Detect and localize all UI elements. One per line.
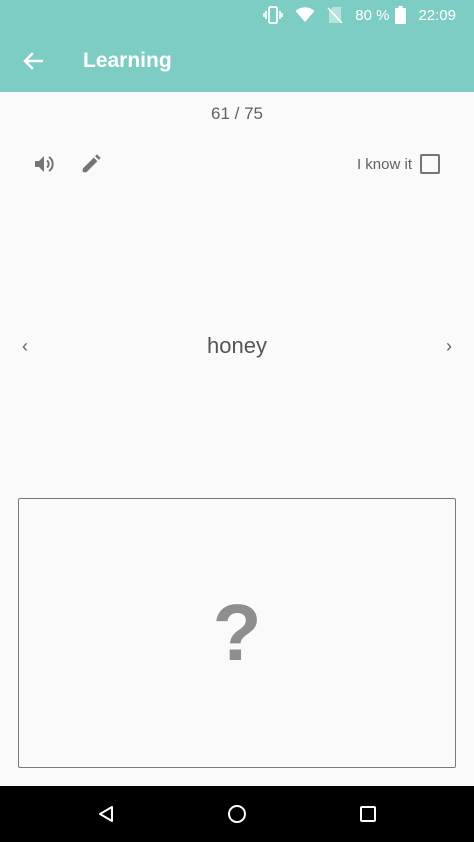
volume-up-icon — [35, 156, 54, 172]
battery-icon — [395, 6, 407, 24]
app-bar: Learning — [0, 30, 474, 92]
vibrate-icon — [263, 6, 284, 24]
edit-button[interactable] — [73, 146, 109, 182]
speak-button[interactable] — [26, 146, 62, 182]
arrow-back-icon — [23, 52, 43, 70]
word-text: honey — [207, 333, 267, 358]
previous-card-button[interactable]: ‹ — [10, 325, 40, 367]
edit-pencil-icon — [82, 154, 101, 173]
status-bar: 80 % 22:09 — [0, 0, 474, 30]
clock-text: 22:09 — [418, 6, 456, 24]
page-title: Learning — [83, 49, 172, 72]
next-card-button[interactable]: › — [434, 325, 464, 367]
i-know-it-label: I know it — [356, 155, 412, 173]
wifi-icon — [295, 7, 315, 23]
i-know-it-toggle[interactable]: I know it — [357, 146, 440, 182]
reveal-answer-card[interactable]: ? — [18, 498, 456, 768]
system-back-button[interactable] — [86, 794, 126, 834]
battery-text: 80 % — [355, 6, 390, 24]
progress-counter: 61 / 75 — [211, 104, 263, 123]
no-sim-icon — [327, 6, 343, 24]
home-circle-icon — [228, 805, 246, 823]
recents-square-icon — [360, 806, 376, 822]
i-know-it-checkbox[interactable] — [420, 154, 440, 174]
back-button[interactable] — [0, 30, 66, 92]
system-recents-button[interactable] — [348, 794, 388, 834]
system-home-button[interactable] — [217, 794, 257, 834]
back-triangle-icon — [99, 806, 113, 822]
word-row: honey ‹ › — [0, 325, 474, 367]
system-nav-bar — [0, 786, 474, 842]
card-toolbar: I know it — [0, 146, 474, 182]
hidden-answer-placeholder: ? — [212, 588, 262, 677]
